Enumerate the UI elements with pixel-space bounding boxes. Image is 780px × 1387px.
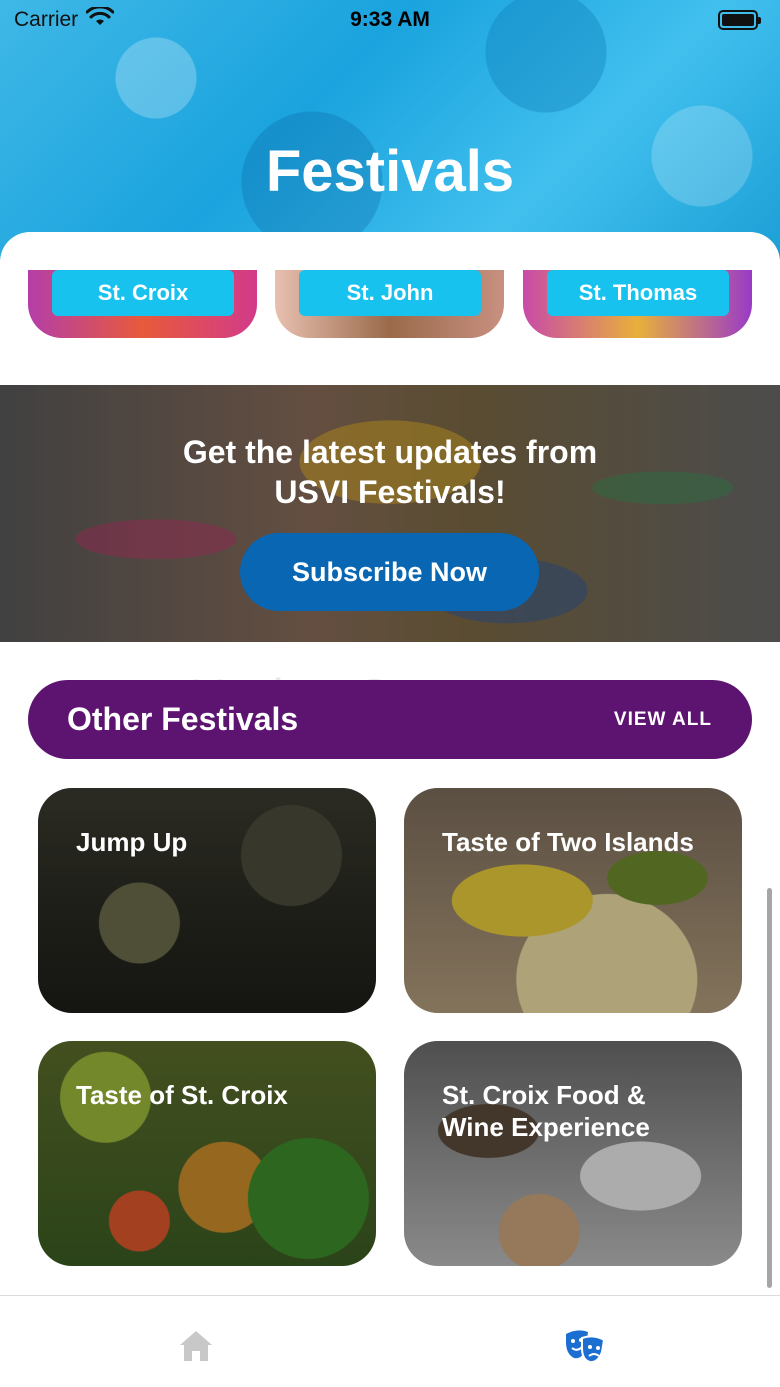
island-selector: St. Croix St. John St. Thomas bbox=[28, 270, 752, 338]
festival-card-title: St. Croix Food & Wine Experience bbox=[442, 1080, 650, 1142]
island-card-st-thomas[interactable]: St. Thomas bbox=[523, 270, 752, 338]
banner-text: Get the latest updates from USVI Festiva… bbox=[182, 434, 598, 510]
tab-festivals[interactable] bbox=[564, 1328, 606, 1369]
festival-card-taste-of-two-islands[interactable]: Taste of Two Islands bbox=[404, 788, 742, 1013]
island-card-st-croix[interactable]: St. Croix bbox=[28, 270, 257, 338]
home-icon bbox=[178, 1329, 214, 1368]
festival-card-taste-of-st-croix[interactable]: Taste of St. Croix bbox=[38, 1041, 376, 1266]
subscribe-banner: Get the latest updates from USVI Festiva… bbox=[0, 385, 780, 642]
battery-icon bbox=[718, 10, 761, 30]
island-label-st-thomas: St. Thomas bbox=[547, 270, 729, 316]
festival-card-title: Taste of Two Islands bbox=[442, 827, 694, 857]
status-bar: Carrier bbox=[0, 0, 780, 40]
festival-card-title: Jump Up bbox=[76, 827, 188, 857]
other-festivals-header: Other Festivals VIEW ALL bbox=[28, 680, 752, 759]
status-left: Carrier bbox=[14, 5, 115, 33]
tab-bar bbox=[0, 1295, 780, 1387]
festival-card-food-and-wine[interactable]: St. Croix Food & Wine Experience bbox=[404, 1041, 742, 1266]
tab-home[interactable] bbox=[176, 1328, 216, 1368]
page-title: Festivals bbox=[265, 139, 515, 204]
island-card-st-john[interactable]: St. John bbox=[275, 270, 504, 338]
festival-card-jump-up[interactable]: Jump Up bbox=[38, 788, 376, 1013]
theater-masks-icon bbox=[564, 1328, 606, 1369]
island-label-st-croix: St. Croix bbox=[52, 270, 234, 316]
wifi-icon bbox=[85, 5, 115, 33]
section-title: Other Festivals bbox=[67, 701, 299, 737]
festival-card-title: Taste of St. Croix bbox=[76, 1080, 288, 1110]
subscribe-button[interactable]: Subscribe Now bbox=[240, 533, 539, 611]
view-all-button[interactable]: VIEW ALL bbox=[614, 709, 712, 731]
island-label-st-john: St. John bbox=[299, 270, 481, 316]
scrollbar[interactable] bbox=[767, 888, 772, 1288]
carrier-label: Carrier bbox=[14, 8, 79, 31]
